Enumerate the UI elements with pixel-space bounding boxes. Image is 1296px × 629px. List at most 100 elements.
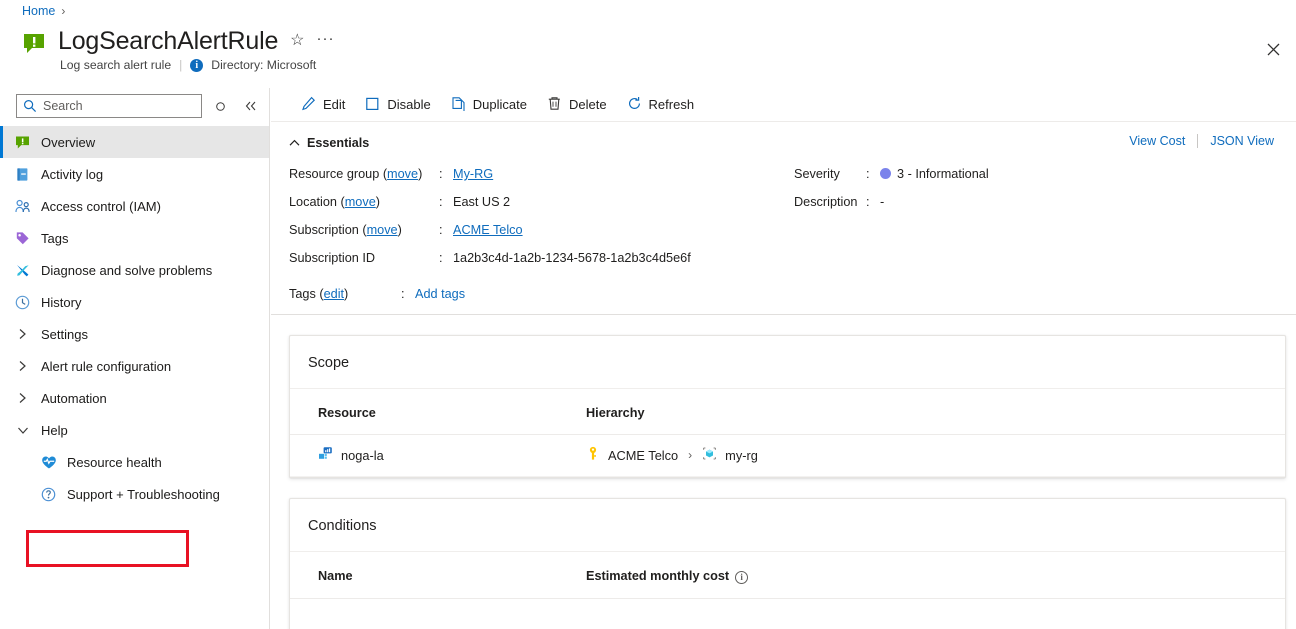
scope-card-title: Scope xyxy=(290,336,1285,389)
subscription-value[interactable]: ACME Telco xyxy=(453,223,523,237)
info-circle-icon[interactable]: i xyxy=(735,570,749,584)
star-icon[interactable]: ☆ xyxy=(290,33,304,49)
property-label: Severity xyxy=(794,167,840,181)
paren-close: ) xyxy=(344,287,349,301)
property-colon: : xyxy=(866,167,870,181)
clock-icon xyxy=(14,294,31,311)
resource-health-highlight-box xyxy=(26,530,189,567)
cell-name xyxy=(290,598,558,629)
move-link[interactable]: move xyxy=(367,223,398,237)
property-colon: : xyxy=(439,167,443,181)
subtitle-divider: | xyxy=(179,58,183,72)
wrench-screwdriver-icon xyxy=(14,262,31,279)
activity-log-icon xyxy=(14,166,31,183)
sidebar-item-support-troubleshooting[interactable]: Support + Troubleshooting xyxy=(0,478,269,510)
essentials-heading: Essentials xyxy=(307,136,370,150)
column-header-name: Name xyxy=(290,552,558,599)
property-tags: Tags (edit) : Add tags xyxy=(271,272,1296,306)
view-cost-link[interactable]: View Cost xyxy=(1117,134,1197,148)
sidebar-item-tags[interactable]: Tags xyxy=(0,222,269,254)
paren-close: ) xyxy=(397,223,402,237)
chevron-right-icon xyxy=(16,392,29,404)
close-icon[interactable] xyxy=(1258,34,1288,64)
sidebar-item-label: Automation xyxy=(41,390,107,406)
sidebar-item-access-control[interactable]: Access control (IAM) xyxy=(0,190,269,222)
page-title: LogSearchAlertRule xyxy=(58,27,279,55)
resource-name: noga-la xyxy=(341,447,384,463)
refresh-button[interactable]: Refresh xyxy=(618,90,704,120)
sidebar-item-history[interactable]: History xyxy=(0,286,269,318)
alert-rule-icon xyxy=(22,31,48,57)
conditions-card-title: Conditions xyxy=(290,499,1285,552)
essentials-left-column: Resource group (move) : My-RG Location (… xyxy=(289,160,794,272)
conditions-card: Conditions Name Estimated monthly cost i xyxy=(289,498,1286,629)
table-row[interactable] xyxy=(290,598,1285,629)
trash-icon xyxy=(547,96,562,114)
azure-portal-blade: Home › LogSearchAlertRule ☆ ··· Log sear… xyxy=(0,0,1296,629)
column-header-hierarchy: Hierarchy xyxy=(558,389,1285,435)
search-input-wrapper[interactable] xyxy=(16,94,202,118)
delete-button[interactable]: Delete xyxy=(538,90,616,120)
chevron-up-icon xyxy=(289,136,300,150)
sidebar-group-automation[interactable]: Automation xyxy=(0,382,269,414)
breadcrumb-home-link[interactable]: Home xyxy=(22,4,55,18)
chevron-right-icon xyxy=(16,328,29,340)
essentials-properties: Resource group (move) : My-RG Location (… xyxy=(271,150,1296,272)
duplicate-button[interactable]: Duplicate xyxy=(442,90,536,120)
sidebar-group-help[interactable]: Help xyxy=(0,414,269,446)
hierarchy-resource-group: my-rg xyxy=(725,447,758,463)
property-colon: : xyxy=(439,195,443,209)
edit-button[interactable]: Edit xyxy=(292,90,354,120)
sidebar-item-label: Alert rule configuration xyxy=(41,358,172,374)
sidebar-item-label: Settings xyxy=(41,326,88,342)
column-header-text: Estimated monthly cost xyxy=(586,569,730,583)
property-colon: : xyxy=(866,195,870,209)
edit-tags-link[interactable]: edit xyxy=(324,287,344,301)
property-location: Location (move) : East US 2 xyxy=(289,188,794,216)
sidebar-item-overview[interactable]: Overview xyxy=(0,126,269,158)
pin-icon[interactable] xyxy=(210,95,232,117)
collapse-sidebar-icon[interactable] xyxy=(239,95,261,117)
add-tags-link[interactable]: Add tags xyxy=(415,287,465,301)
command-toolbar: Edit Disable Duplicate Delete Refresh xyxy=(271,88,1296,122)
move-link[interactable]: move xyxy=(387,167,418,181)
property-resource-group: Resource group (move) : My-RG xyxy=(289,160,794,188)
sidebar-item-label: Activity log xyxy=(41,166,104,182)
sidebar-group-alert-rule-configuration[interactable]: Alert rule configuration xyxy=(0,350,269,382)
button-label: Edit xyxy=(323,97,346,112)
property-label: Description xyxy=(794,195,858,209)
essentials-actions: View Cost JSON View xyxy=(1117,134,1286,148)
sidebar-group-settings[interactable]: Settings xyxy=(0,318,269,350)
resource-type-label: Log search alert rule xyxy=(60,58,172,72)
sidebar-item-label: Resource health xyxy=(67,454,162,470)
property-subscription: Subscription (move) : ACME Telco xyxy=(289,216,794,244)
info-icon: i xyxy=(190,58,204,72)
json-view-link[interactable]: JSON View xyxy=(1198,134,1286,148)
table-header-row: Name Estimated monthly cost i xyxy=(290,552,1285,599)
resource-group-icon xyxy=(702,446,717,464)
table-header-row: Resource Hierarchy xyxy=(290,389,1285,435)
paren-close: ) xyxy=(418,167,423,181)
move-link[interactable]: move xyxy=(345,195,376,209)
resource-group-value[interactable]: My-RG xyxy=(453,167,493,181)
column-header-resource: Resource xyxy=(290,389,558,435)
disable-button[interactable]: Disable xyxy=(356,90,439,120)
ellipsis-icon[interactable]: ··· xyxy=(317,31,335,46)
sidebar-nav: Overview Activity log Access control (IA… xyxy=(0,126,269,510)
hierarchy-separator-icon: › xyxy=(688,448,693,462)
sidebar-item-resource-health[interactable]: Resource health xyxy=(0,446,269,478)
chevron-down-icon xyxy=(16,426,29,435)
sidebar-item-activity-log[interactable]: Activity log xyxy=(0,158,269,190)
page-header: LogSearchAlertRule ☆ ··· Log search aler… xyxy=(22,26,335,72)
essentials-divider xyxy=(271,314,1296,315)
property-description: Description : - xyxy=(794,188,989,216)
alert-rule-icon xyxy=(14,134,31,151)
heart-pulse-icon xyxy=(40,454,57,471)
property-label: Resource group xyxy=(289,167,380,181)
scope-card: Scope Resource Hierarchy noga-la ACME Te… xyxy=(289,335,1286,478)
property-label: Location xyxy=(289,195,337,209)
search-input[interactable] xyxy=(17,95,201,117)
property-severity: Severity : 3 - Informational xyxy=(794,160,989,188)
sidebar-item-diagnose[interactable]: Diagnose and solve problems xyxy=(0,254,269,286)
table-row[interactable]: noga-la ACME Telco › my-rg xyxy=(290,434,1285,477)
